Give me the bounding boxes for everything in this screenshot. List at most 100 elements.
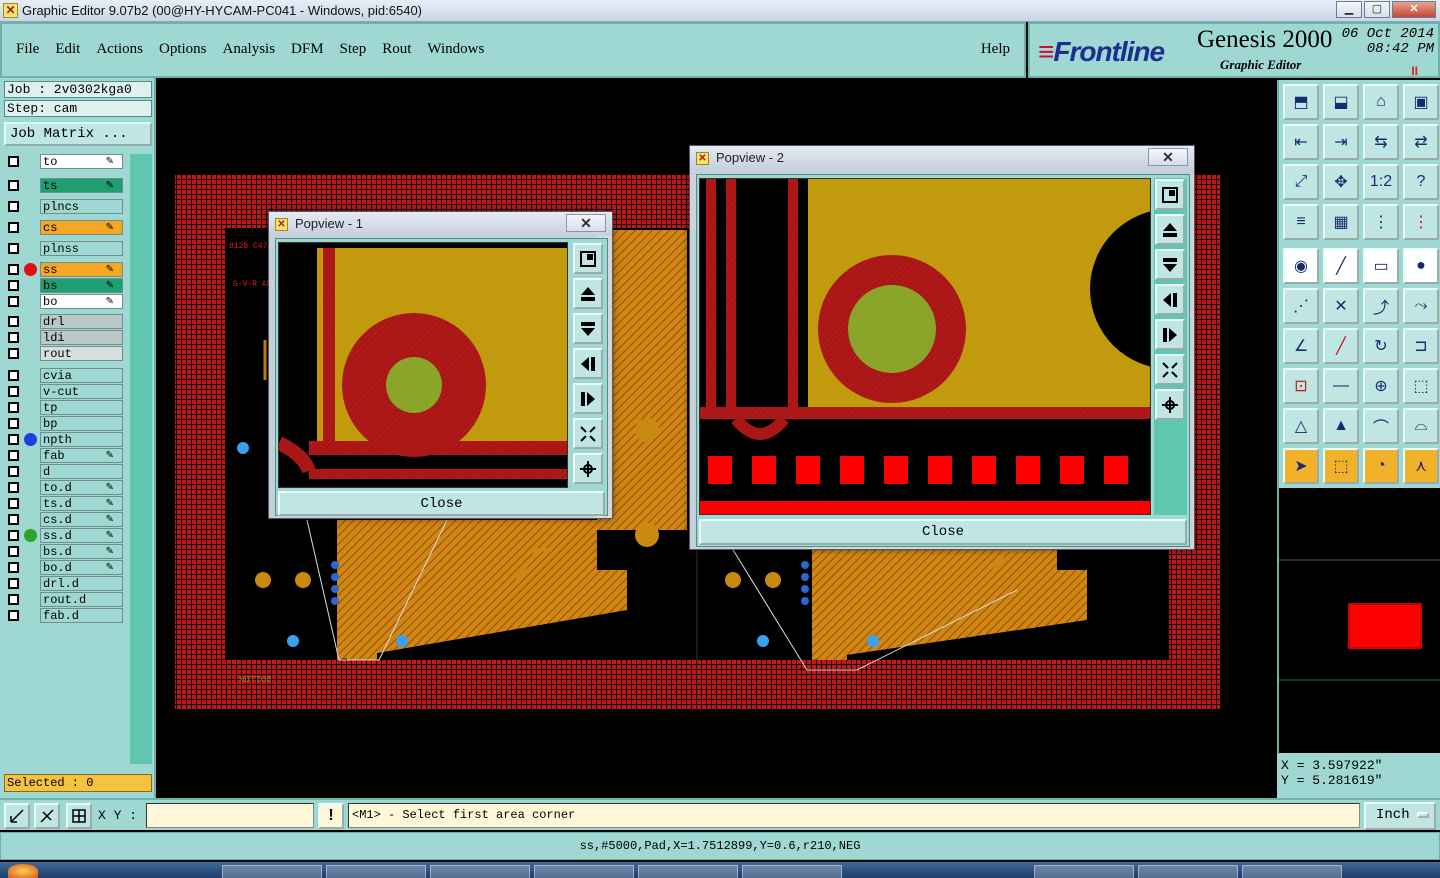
xy-input[interactable] xyxy=(146,803,314,828)
close-window-button[interactable]: ✕ xyxy=(1392,1,1436,18)
menu-analysis[interactable]: Analysis xyxy=(223,41,276,58)
layer-name[interactable]: rout.d xyxy=(40,592,123,607)
move-arc-icon[interactable]: ⤳ xyxy=(1403,288,1439,324)
menu-file[interactable]: File xyxy=(16,41,39,58)
taskbar-item[interactable] xyxy=(534,865,634,878)
layer-row-ss[interactable]: ss ✎ xyxy=(4,262,128,277)
layer-name[interactable]: bp xyxy=(40,416,123,431)
layer-name[interactable]: to ✎ xyxy=(40,154,123,169)
taskbar-item[interactable] xyxy=(638,865,738,878)
layer-checkbox[interactable] xyxy=(8,466,19,477)
pan-down-icon[interactable] xyxy=(573,313,603,344)
layer-name[interactable]: ts.d ✎ xyxy=(40,496,123,511)
layer-name[interactable]: v-cut xyxy=(40,384,123,399)
grid-icon[interactable] xyxy=(66,803,92,829)
layer-checkbox[interactable] xyxy=(8,201,19,212)
cursor-icon[interactable]: ➤ xyxy=(1283,448,1319,484)
layer-row-cvia[interactable]: cvia xyxy=(4,368,128,383)
maximize-button[interactable]: ▢ xyxy=(1364,1,1390,18)
zoom-in-icon[interactable] xyxy=(1155,389,1185,420)
select-pad-icon[interactable]: ◉ xyxy=(1283,248,1319,284)
pause-indicator[interactable]: II xyxy=(1411,64,1418,78)
layer-row-bs[interactable]: bs ✎ xyxy=(4,278,128,293)
layer-row-v-cut[interactable]: v-cut xyxy=(4,384,128,399)
grid-view-icon[interactable]: ▦ xyxy=(1323,204,1359,240)
layer-name[interactable]: plnss xyxy=(40,241,123,256)
arc-icon[interactable]: ⤴ xyxy=(1363,288,1399,324)
pad-icon[interactable]: ● xyxy=(1403,248,1439,284)
layer-row-tp[interactable]: tp xyxy=(4,400,128,415)
zoom-center-icon[interactable]: ✥ xyxy=(1323,164,1359,200)
menu-windows[interactable]: Windows xyxy=(427,41,484,58)
triangle-up-icon[interactable]: ▲ xyxy=(1323,408,1359,444)
pan-up-icon[interactable] xyxy=(573,278,603,309)
layer-checkbox[interactable] xyxy=(8,222,19,233)
layer-checkbox[interactable] xyxy=(8,546,19,557)
layer-row-ts.d[interactable]: ts.d ✎ xyxy=(4,496,128,511)
layer-row-ss.d[interactable]: ss.d ✎ xyxy=(4,528,128,543)
taskbar-item[interactable] xyxy=(430,865,530,878)
layer-row-cs.d[interactable]: cs.d ✎ xyxy=(4,512,128,527)
layer-checkbox[interactable] xyxy=(8,316,19,327)
layer-row-bo[interactable]: bo ✎ xyxy=(4,294,128,309)
layer-row-ts[interactable]: ts ✎ xyxy=(4,178,128,193)
popview-1-close-button[interactable]: Close xyxy=(278,491,605,516)
layer-checkbox[interactable] xyxy=(8,386,19,397)
layer-checkbox[interactable] xyxy=(8,418,19,429)
layer-name[interactable]: tp xyxy=(40,400,123,415)
popview-1-view[interactable] xyxy=(278,242,568,488)
taskbar-item[interactable] xyxy=(1242,865,1342,878)
layer-row-plnss[interactable]: plnss xyxy=(4,241,128,256)
layer-name[interactable]: npth xyxy=(40,432,123,447)
layer-checkbox[interactable] xyxy=(8,332,19,343)
layer-checkbox[interactable] xyxy=(8,296,19,307)
alert-icon[interactable]: ! xyxy=(318,803,344,829)
step-back-icon[interactable]: ⇤ xyxy=(1283,124,1319,160)
cross-icon[interactable]: ✕ xyxy=(1323,288,1359,324)
layer-checkbox[interactable] xyxy=(8,243,19,254)
zoom-in-icon[interactable] xyxy=(573,453,603,484)
layer-checkbox[interactable] xyxy=(8,562,19,573)
pan-left-icon[interactable] xyxy=(1155,284,1185,315)
layer-row-d[interactable]: d xyxy=(4,464,128,479)
rotate-icon[interactable]: ↻ xyxy=(1363,328,1399,364)
zoom-extent-icon[interactable]: ⤢ xyxy=(1283,164,1319,200)
minimize-button[interactable]: ▁ xyxy=(1336,1,1362,18)
swap-icon[interactable]: ⇄ xyxy=(1403,124,1439,160)
popview-2-header[interactable]: ✕ Popview - 2 ✕ xyxy=(690,146,1194,170)
layer-name[interactable]: fab.d xyxy=(40,608,123,623)
select-line-icon[interactable]: ╱ xyxy=(1323,248,1359,284)
layer-name[interactable]: ldi xyxy=(40,330,123,345)
scale-icon[interactable]: 1:2 xyxy=(1363,164,1399,200)
snap-red-icon[interactable]: ⊡ xyxy=(1283,368,1319,404)
center-icon[interactable]: ⊕ xyxy=(1363,368,1399,404)
mirror-icon[interactable]: ⇆ xyxy=(1363,124,1399,160)
layer-row-rout[interactable]: rout xyxy=(4,346,128,361)
cursor-box-icon[interactable]: ⬚ xyxy=(1323,448,1359,484)
layer-checkbox[interactable] xyxy=(8,482,19,493)
layer-row-plncs[interactable]: plncs xyxy=(4,199,128,214)
snap-icon[interactable] xyxy=(4,803,30,829)
help-icon[interactable]: ? xyxy=(1403,164,1439,200)
pan-left-icon[interactable] xyxy=(573,348,603,379)
layer-checkbox[interactable] xyxy=(8,498,19,509)
layer-row-to.d[interactable]: to.d ✎ xyxy=(4,480,128,495)
layer-name[interactable]: plncs xyxy=(40,199,123,214)
zoom-out-icon[interactable] xyxy=(573,418,603,449)
layer-name[interactable]: bo.d ✎ xyxy=(40,560,123,575)
layer-name[interactable]: cs.d ✎ xyxy=(40,512,123,527)
layer-row-fab.d[interactable]: fab.d xyxy=(4,608,128,623)
angle-icon[interactable]: ∠ xyxy=(1283,328,1319,364)
line-red-icon[interactable]: ╱ xyxy=(1323,328,1359,364)
layer-name[interactable]: d xyxy=(40,464,123,479)
popview-2-close-button[interactable]: Close xyxy=(699,519,1187,545)
layer-name[interactable]: bs.d ✎ xyxy=(40,544,123,559)
layers-red-icon[interactable]: ⋮ xyxy=(1403,204,1439,240)
layer-checkbox[interactable] xyxy=(8,180,19,191)
minimap[interactable] xyxy=(1279,488,1440,753)
popview-1-header[interactable]: ✕ Popview - 1 ✕ xyxy=(269,212,612,236)
open-icon[interactable]: ⬒ xyxy=(1283,84,1319,120)
ruler-white-icon[interactable]: ▭ xyxy=(1363,248,1399,284)
ruler-icon[interactable]: ≡ xyxy=(1283,204,1319,240)
layer-row-drl.d[interactable]: drl.d xyxy=(4,576,128,591)
